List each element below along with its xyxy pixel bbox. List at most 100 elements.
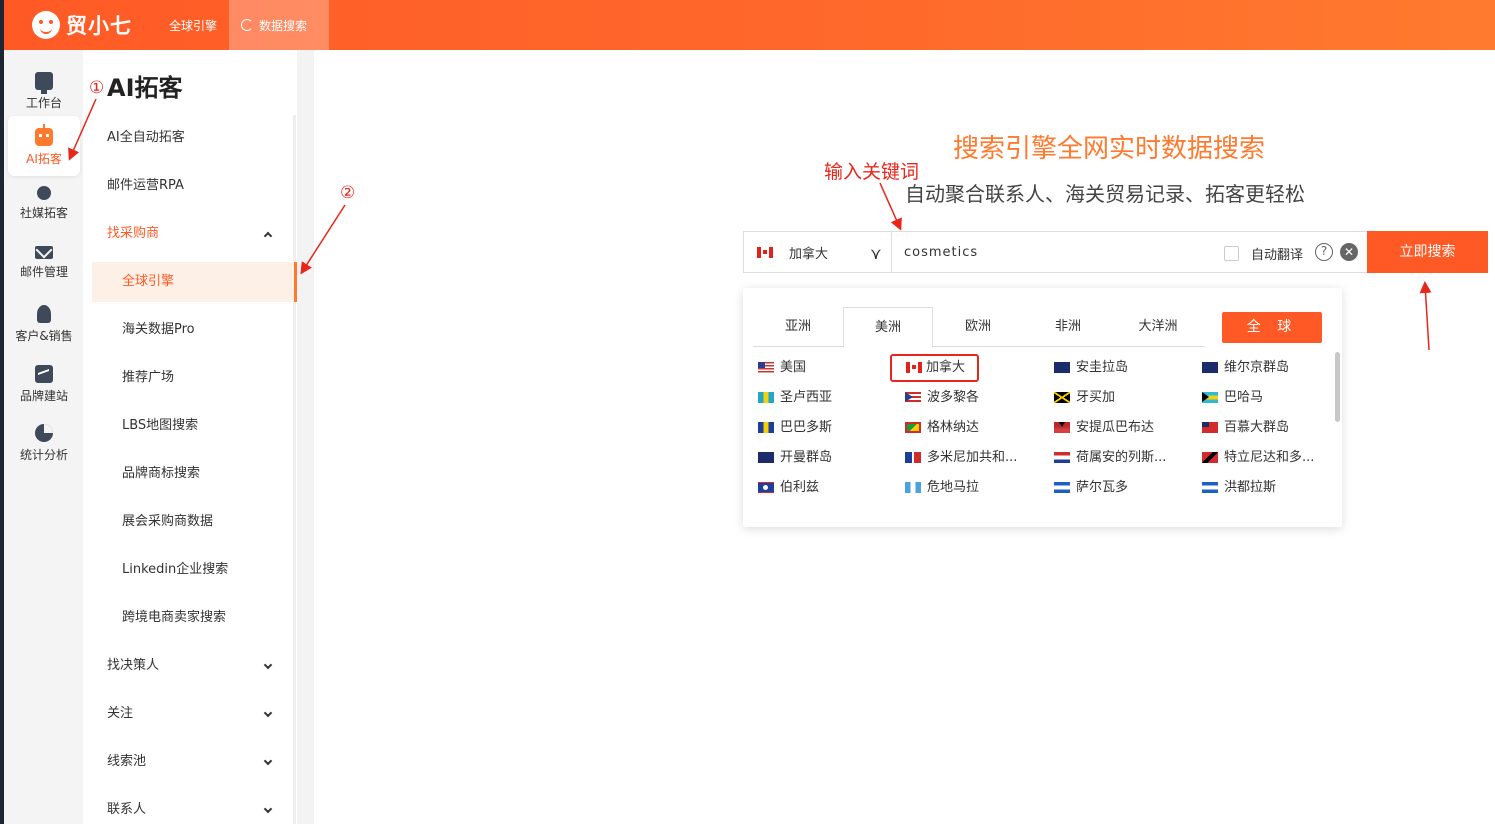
rail-item-customers[interactable]: 客户&销售 (8, 297, 80, 357)
country-item[interactable]: 巴哈马 (1202, 387, 1263, 409)
rail-item-social[interactable]: 社媒拓客 (8, 178, 80, 238)
country-item[interactable]: 美国 (758, 357, 806, 379)
menu-label: 海关数据Pro (122, 322, 195, 337)
panel-scrollbar[interactable] (1335, 352, 1340, 422)
mail-icon (35, 246, 53, 259)
tab-oceania[interactable]: 大洋洲 (1113, 307, 1203, 347)
menu-item-expo[interactable]: 展会采购商数据 (83, 502, 293, 542)
flag-icon (758, 392, 774, 403)
country-item[interactable]: 安提瓜巴布达 (1054, 417, 1154, 439)
country-label: 危地马拉 (927, 480, 980, 495)
country-item-selected[interactable]: 加拿大 (890, 354, 980, 382)
help-icon[interactable]: ? (1315, 243, 1333, 261)
country-item[interactable]: 维尔京群岛 (1202, 357, 1289, 379)
menu-item-linkedin[interactable]: Linkedin企业搜索 (83, 550, 293, 590)
menu-item-decision-makers[interactable]: 找决策人 (83, 646, 293, 686)
rail-item-mail[interactable]: 邮件管理 (8, 238, 80, 298)
rail-label: AI拓客 (26, 152, 62, 166)
flag-icon (906, 362, 922, 373)
annotation-step1: ① (89, 78, 105, 98)
selected-country: 加拿大 (789, 246, 829, 262)
country-item[interactable]: 特立尼达和多... (1202, 447, 1314, 469)
menu-item-leads[interactable]: 线索池 (83, 742, 293, 782)
country-label: 美国 (780, 360, 807, 375)
country-item[interactable]: 开曼群岛 (758, 447, 832, 469)
topnav-data-search[interactable]: 数据搜索 (229, 0, 330, 50)
menu-label: Linkedin企业搜索 (122, 562, 229, 577)
auto-translate-label: 自动翻译 (1251, 248, 1304, 263)
menu-item-lbs[interactable]: LBS地图搜索 (83, 406, 293, 446)
chevron-down-icon (263, 804, 273, 814)
country-item[interactable]: 多米尼加共和... (905, 447, 1017, 469)
country-item[interactable]: 巴巴多斯 (758, 417, 832, 439)
menu-scrollbar[interactable] (293, 115, 296, 824)
flag-icon (1054, 482, 1070, 493)
hero-subtitle: 自动聚合联系人、海关贸易记录、拓客更轻松 (905, 182, 1305, 206)
country-item[interactable]: 安圭拉岛 (1054, 357, 1128, 379)
rail-item-stats[interactable]: 统计分析 (8, 416, 80, 476)
country-item[interactable]: 危地马拉 (905, 477, 979, 499)
auto-translate-checkbox[interactable] (1224, 246, 1239, 261)
menu-item-customs-pro[interactable]: 海关数据Pro (83, 310, 293, 350)
country-item[interactable]: 波多黎各 (905, 387, 979, 409)
menu-item-recommend[interactable]: 推荐广场 (83, 358, 293, 398)
country-label: 巴巴多斯 (780, 420, 833, 435)
tab-asia[interactable]: 亚洲 (753, 307, 843, 347)
people-icon (37, 186, 51, 200)
logo-icon (32, 11, 60, 39)
rail-item-site[interactable]: 品牌建站 (8, 357, 80, 417)
tab-europe[interactable]: 欧洲 (933, 307, 1023, 347)
menu-item-global-engine[interactable]: 全球引擎 (92, 262, 297, 302)
rail-item-ai[interactable]: AI拓客 (8, 116, 80, 176)
menu-item-contacts[interactable]: 联系人 (83, 790, 293, 824)
rail-label: 品牌建站 (19, 389, 68, 403)
menu-item-follow[interactable]: 关注 (83, 694, 293, 734)
app-logo[interactable]: 贸小七 (32, 8, 132, 42)
flag-icon (1202, 362, 1218, 373)
desk-icon (35, 72, 53, 94)
topnav-label: 全球引擎 (169, 18, 218, 33)
topnav-global-engine[interactable]: 全球引擎 (157, 0, 229, 50)
cursor-icon: ⋎ (870, 244, 882, 263)
country-item[interactable]: 牙买加 (1054, 387, 1115, 409)
flag-icon (905, 392, 921, 403)
rail-label: 邮件管理 (19, 265, 68, 279)
tab-africa[interactable]: 非洲 (1023, 307, 1113, 347)
rail-label: 工作台 (25, 96, 62, 110)
menu-title: AI拓客 (107, 74, 183, 102)
country-item[interactable]: 格林纳达 (905, 417, 979, 439)
menu-item-ecommerce[interactable]: 跨境电商卖家搜索 (83, 598, 293, 638)
auto-translate[interactable]: 自动翻译 (1224, 244, 1303, 263)
menu-label: 线索池 (107, 754, 147, 769)
menu-label: 全球引擎 (122, 274, 175, 289)
menu-item-trademark[interactable]: 品牌商标搜索 (83, 454, 293, 494)
flag-icon (905, 452, 921, 463)
flag-icon (1054, 362, 1070, 373)
refresh-icon (241, 19, 254, 31)
country-item[interactable]: 荷属安的列斯... (1054, 447, 1166, 469)
search-input[interactable] (892, 232, 1212, 272)
country-item[interactable]: 萨尔瓦多 (1054, 477, 1128, 499)
menu-item-ai-auto[interactable]: AI全自动拓客 (83, 118, 293, 158)
tab-americas[interactable]: 美洲 (843, 307, 933, 348)
topnav-label: 数据搜索 (259, 18, 308, 33)
country-label: 特立尼达和多... (1224, 450, 1315, 465)
global-button[interactable]: 全 球 (1222, 312, 1322, 343)
flag-icon (1202, 452, 1218, 463)
country-label: 圣卢西亚 (780, 390, 833, 405)
rail-label: 社媒拓客 (19, 206, 68, 220)
country-label: 多米尼加共和... (927, 450, 1018, 465)
rail-item-workbench[interactable]: 工作台 (8, 64, 80, 124)
clear-icon[interactable]: ✕ (1340, 243, 1358, 261)
country-item[interactable]: 百慕大群岛 (1202, 417, 1289, 439)
search-button[interactable]: 立即搜索 (1367, 231, 1488, 273)
country-select[interactable]: 加拿大 ⋎ (744, 232, 892, 272)
country-item[interactable]: 伯利兹 (758, 477, 819, 499)
country-label: 安圭拉岛 (1076, 360, 1129, 375)
rail-label: 客户&销售 (15, 329, 73, 343)
country-item[interactable]: 圣卢西亚 (758, 387, 832, 409)
country-label: 萨尔瓦多 (1076, 480, 1129, 495)
country-item[interactable]: 洪都拉斯 (1202, 477, 1276, 499)
menu-item-email-rpa[interactable]: 邮件运营RPA (83, 166, 293, 206)
menu-item-find-buyers[interactable]: 找采购商 (83, 214, 293, 254)
